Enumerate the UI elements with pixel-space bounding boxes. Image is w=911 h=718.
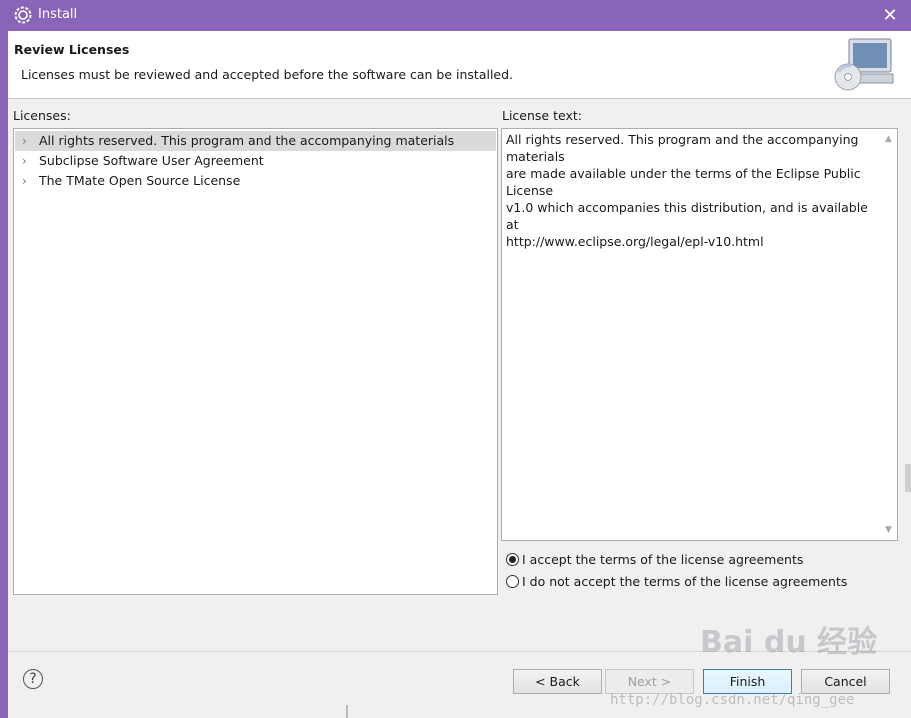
back-button[interactable]: < Back bbox=[513, 669, 602, 694]
banner: Review Licenses Licenses must be reviewe… bbox=[8, 31, 911, 98]
help-icon[interactable]: ? bbox=[23, 669, 43, 689]
accept-radio-button[interactable] bbox=[506, 553, 519, 566]
decline-radio-label[interactable]: I do not accept the terms of the license… bbox=[522, 573, 847, 591]
vertical-scrollbar[interactable]: ▲ ▼ bbox=[881, 130, 896, 539]
background-window-edge bbox=[905, 464, 911, 492]
eclipse-gear-icon bbox=[14, 6, 32, 24]
license-text-area[interactable]: All rights reserved. This program and th… bbox=[501, 128, 898, 541]
title-bar: Install ✕ bbox=[0, 0, 911, 31]
decline-radio-button[interactable] bbox=[506, 575, 519, 588]
chevron-right-icon[interactable]: › bbox=[22, 171, 32, 191]
tree-item-label: The TMate Open Source License bbox=[39, 173, 241, 188]
install-cd-computer-icon bbox=[834, 38, 894, 91]
watermark-url: http://blog.csdn.net/qing_gee bbox=[610, 692, 855, 708]
window-frame bbox=[0, 31, 8, 718]
accept-radio-label[interactable]: I accept the terms of the license agreem… bbox=[522, 551, 803, 569]
install-dialog: Install ✕ Review Licenses Licenses must … bbox=[0, 0, 911, 718]
watermark-logo: Bai du 经验 bbox=[700, 625, 878, 660]
tree-item-label: All rights reserved. This program and th… bbox=[39, 133, 455, 148]
page-description: Licenses must be reviewed and accepted b… bbox=[21, 67, 514, 82]
tree-item-license-2[interactable]: › The TMate Open Source License bbox=[15, 171, 496, 191]
background-window-edge bbox=[346, 705, 348, 718]
chevron-right-icon[interactable]: › bbox=[22, 151, 32, 171]
licenses-tree[interactable]: › All rights reserved. This program and … bbox=[13, 128, 498, 595]
tree-item-license-1[interactable]: › Subclipse Software User Agreement bbox=[15, 151, 496, 171]
banner-divider bbox=[8, 98, 911, 99]
licenses-label: Licenses: bbox=[13, 108, 71, 123]
scroll-down-icon[interactable]: ▼ bbox=[881, 523, 896, 537]
scroll-up-icon[interactable]: ▲ bbox=[881, 132, 896, 146]
chevron-right-icon[interactable]: › bbox=[22, 131, 32, 151]
tree-item-label: Subclipse Software User Agreement bbox=[39, 153, 264, 168]
tree-item-license-0[interactable]: › All rights reserved. This program and … bbox=[15, 131, 496, 151]
page-title: Review Licenses bbox=[14, 42, 130, 57]
close-icon[interactable]: ✕ bbox=[879, 4, 901, 26]
license-text-label: License text: bbox=[502, 108, 582, 123]
window-title: Install bbox=[38, 7, 78, 22]
next-button[interactable]: Next > bbox=[605, 669, 694, 694]
license-text-content: All rights reserved. This program and th… bbox=[506, 132, 868, 249]
